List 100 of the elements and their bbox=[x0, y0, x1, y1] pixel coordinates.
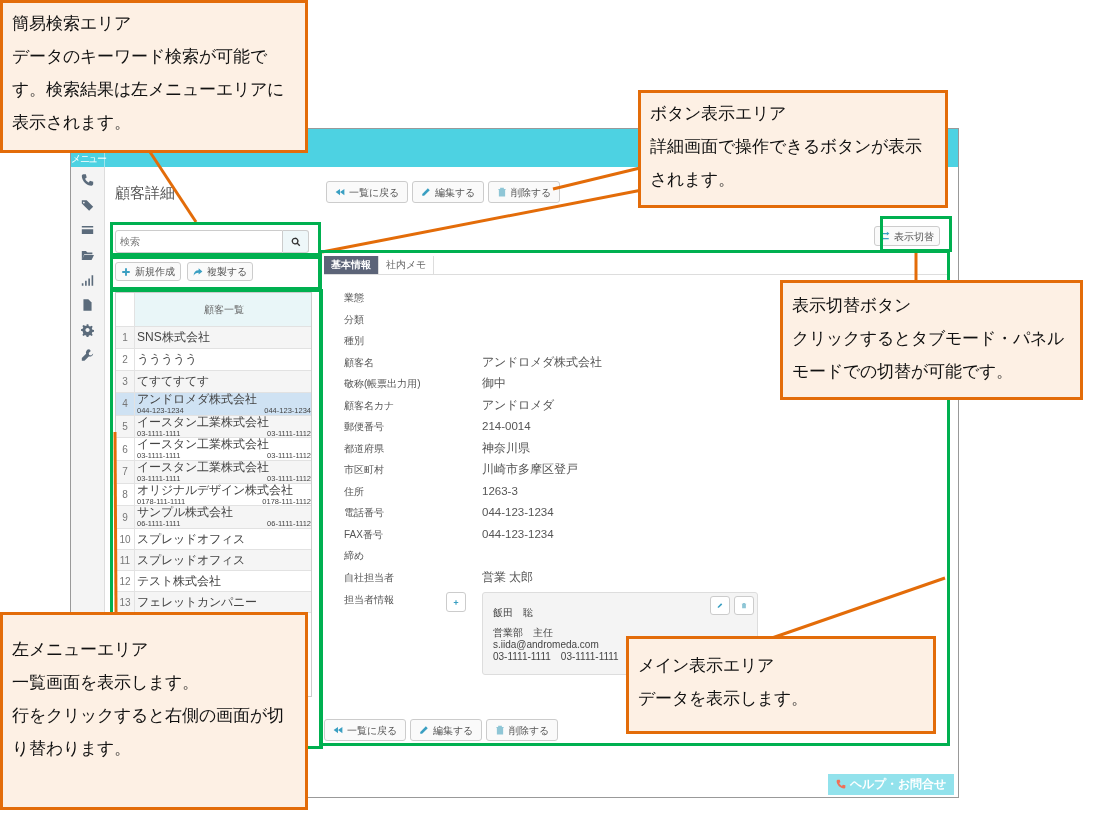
customer-name: オリジナルデザイン株式会社 bbox=[137, 483, 294, 497]
action-button[interactable]: 削除する bbox=[486, 719, 558, 741]
field-value: 044-123-1234 bbox=[482, 505, 554, 521]
add-contact-button[interactable] bbox=[446, 592, 466, 612]
list-row[interactable]: 1 SNS株式会社 bbox=[116, 327, 311, 349]
field-label: 住所 bbox=[344, 484, 365, 499]
action-button[interactable]: 編集する bbox=[412, 181, 484, 203]
search-icon bbox=[290, 236, 301, 247]
row-number: 3 bbox=[121, 375, 129, 389]
pencil-icon bbox=[421, 187, 431, 197]
trash-icon bbox=[497, 187, 507, 197]
trash-icon bbox=[741, 601, 747, 610]
list-row[interactable]: 3 てすてすてす bbox=[116, 371, 311, 393]
row-number: 8 bbox=[121, 488, 129, 503]
field-value: 214-0014 bbox=[482, 419, 531, 435]
signal-bars-icon bbox=[81, 273, 94, 287]
row-number: 13 bbox=[118, 595, 132, 610]
row-number: 6 bbox=[121, 442, 129, 457]
rewind-icon bbox=[333, 725, 343, 735]
customer-name: イースタン工業株式会社 bbox=[137, 438, 270, 452]
share-arrow-icon bbox=[193, 266, 203, 277]
row-number: 1 bbox=[121, 331, 129, 345]
pencil-icon bbox=[717, 601, 723, 610]
list-row[interactable]: 2 ううううう bbox=[116, 349, 311, 371]
phone-icon bbox=[836, 779, 846, 790]
delete-contact-button[interactable] bbox=[734, 596, 754, 615]
action-button[interactable]: 一覧に戻る bbox=[326, 181, 408, 203]
wrench-icon bbox=[81, 348, 94, 362]
folder-icon bbox=[81, 248, 94, 262]
swap-arrows-icon bbox=[880, 231, 890, 241]
field-label: 自社担当者 bbox=[344, 570, 395, 585]
callout-title: 左メニューエリア bbox=[12, 639, 149, 661]
list-row[interactable]: 10 スプレッドオフィス bbox=[116, 529, 311, 551]
pencil-icon bbox=[419, 725, 429, 735]
field-label: 分類 bbox=[344, 312, 365, 327]
plus-icon bbox=[121, 266, 131, 277]
search-field[interactable]: 検索 bbox=[115, 230, 283, 253]
field-label: 顧客名カナ bbox=[344, 398, 395, 413]
customer-name: てすてすてす bbox=[137, 375, 210, 388]
customer-name: SNS株式会社 bbox=[137, 331, 211, 344]
customer-name: フェレットカンパニー bbox=[137, 595, 258, 609]
trash-icon bbox=[495, 725, 505, 735]
customer-name: アンドロメダ株式会社 bbox=[137, 392, 258, 406]
search-button[interactable] bbox=[283, 230, 309, 253]
callout-title: メイン表示エリア bbox=[638, 655, 775, 677]
page-title: 顧客詳細 bbox=[115, 184, 175, 201]
customer-name: イースタン工業株式会社 bbox=[137, 460, 270, 474]
edit-contact-button[interactable] bbox=[710, 596, 730, 615]
contact-email: s.iida@andromeda.com bbox=[493, 639, 600, 651]
action-button[interactable]: 削除する bbox=[488, 181, 560, 203]
phone-icon bbox=[81, 173, 94, 187]
field-value: 営業 太郎 bbox=[482, 569, 534, 585]
field-label: 業態 bbox=[344, 291, 365, 306]
field-value: 044-123-1234 bbox=[482, 526, 554, 542]
row-number: 9 bbox=[121, 510, 129, 525]
callout-text: 詳細画面で操作できるボタンが表示されます。 bbox=[650, 136, 923, 191]
row-number: 5 bbox=[121, 420, 129, 435]
action-button[interactable]: 新規作成 bbox=[115, 262, 181, 281]
callout-title: 表示切替ボタン bbox=[792, 295, 912, 317]
customer-name: スプレッドオフィス bbox=[137, 532, 246, 546]
row-number: 7 bbox=[121, 465, 129, 480]
tab[interactable]: 基本情報 bbox=[324, 256, 379, 274]
field-label: FAX番号 bbox=[344, 527, 384, 542]
row-number: 10 bbox=[118, 532, 132, 547]
action-button[interactable]: 編集する bbox=[410, 719, 482, 741]
callout-text: 行をクリックすると右側の画面が切り替わります。 bbox=[12, 705, 285, 760]
customer-name: スプレッドオフィス bbox=[137, 553, 246, 567]
rewind-icon bbox=[335, 187, 345, 197]
tag-icon bbox=[81, 198, 94, 212]
callout-text: クリックするとタブモード・パネルモードでの切替が可能です。 bbox=[792, 328, 1065, 383]
list-row[interactable]: 11 スプレッドオフィス bbox=[116, 550, 311, 572]
field-value: 御中 bbox=[482, 376, 506, 392]
action-button[interactable]: 一覧に戻る bbox=[324, 719, 406, 741]
card-icon bbox=[81, 223, 94, 237]
contact-position: 営業部 主任 bbox=[493, 627, 554, 639]
field-value: 神奈川県 bbox=[482, 440, 530, 456]
gear-icon bbox=[81, 323, 94, 337]
field-label: 締め bbox=[344, 549, 365, 564]
field-value: 1263-3 bbox=[482, 483, 518, 499]
field-value: アンドロメダ bbox=[482, 397, 554, 413]
action-button[interactable]: 複製する bbox=[187, 262, 253, 281]
field-value: アンドロメダ株式会社 bbox=[482, 354, 602, 370]
list-header: 顧客一覧 bbox=[204, 303, 244, 317]
field-label: 電話番号 bbox=[344, 506, 385, 521]
customer-name: イースタン工業株式会社 bbox=[137, 415, 270, 429]
customer-name: サンプル株式会社 bbox=[137, 506, 234, 520]
field-label: 都道府県 bbox=[344, 441, 385, 456]
row-number: 4 bbox=[121, 397, 129, 412]
file-icon bbox=[81, 298, 94, 312]
list-row[interactable]: 13 フェレットカンパニー bbox=[116, 592, 311, 614]
plus-icon bbox=[453, 597, 459, 607]
callout-title: 簡易検索エリア bbox=[12, 13, 132, 35]
callout-title: ボタン表示エリア bbox=[650, 103, 787, 125]
field-label: 郵便番号 bbox=[344, 420, 385, 435]
list-row[interactable]: 12 テスト株式会社 bbox=[116, 571, 311, 593]
contact-name: 飯田 聡 bbox=[493, 607, 533, 619]
field-label: 顧客名 bbox=[344, 355, 375, 370]
customer-name: ううううう bbox=[137, 353, 198, 366]
row-number: 2 bbox=[121, 353, 129, 367]
view-toggle-button[interactable]: 表示切替 bbox=[874, 226, 940, 246]
